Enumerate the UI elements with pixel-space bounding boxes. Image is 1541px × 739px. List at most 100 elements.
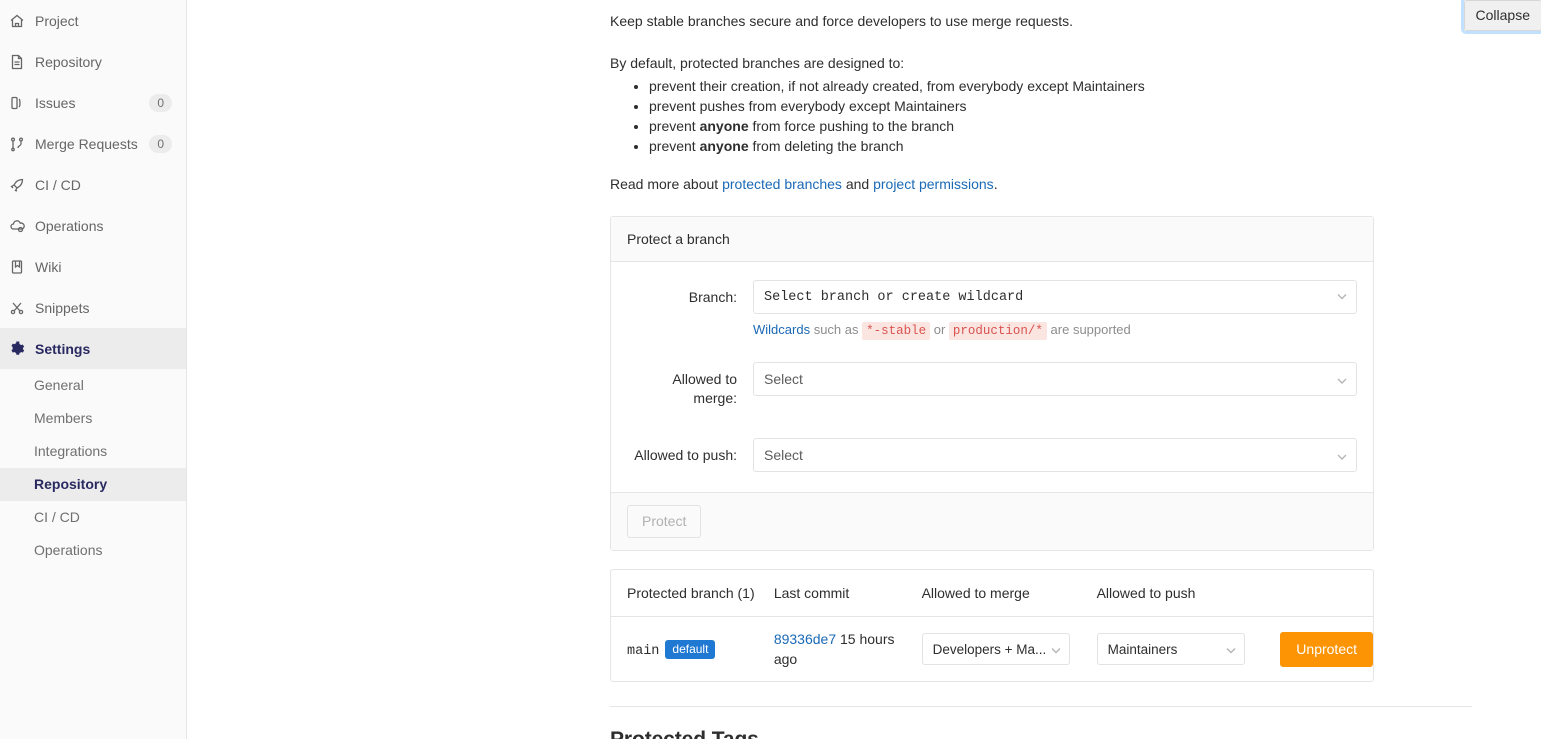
branch-label: Branch:: [688, 289, 737, 305]
page-title: Protected Branches: [610, 0, 1472, 2]
sidebar-item-snippets[interactable]: Snippets: [0, 287, 186, 328]
chevron-down-icon: [1337, 447, 1347, 463]
sidebar-item-label: Merge Requests: [35, 135, 138, 152]
default-badge: default: [665, 639, 716, 659]
allowed-push-label: Allowed to push:: [634, 447, 737, 463]
row-allowed-push-value: Maintainers: [1107, 641, 1178, 657]
section-subtitle: Keep stable branches secure and force de…: [610, 13, 1074, 29]
protected-tags-section: Protected Tags Limit access to creating …: [610, 728, 1472, 739]
protect-branch-form: Branch: Select branch or create wildcard…: [611, 262, 1373, 492]
sidebar-subitem-integrations[interactable]: Integrations: [0, 435, 186, 468]
protect-branch-card: Protect a branch Branch: Select branch o…: [610, 216, 1374, 551]
sidebar-subitem-members[interactable]: Members: [0, 402, 186, 435]
protected-branches-link[interactable]: protected branches: [722, 176, 842, 192]
commit-sha-link[interactable]: 89336de7: [774, 631, 836, 647]
protected-branches-table-wrapper: Protected branch (1) Last commit Allowed…: [610, 569, 1374, 682]
sidebar-subitem-ci-cd[interactable]: CI / CD: [0, 501, 186, 534]
branch-name: main: [627, 643, 660, 659]
merge-requests-count-badge: 0: [149, 134, 172, 153]
protected-branches-header: Protected Branches Keep stable branches …: [610, 0, 1541, 34]
sidebar-item-label: Issues: [35, 94, 76, 111]
column-header-allowed-push: Allowed to push: [1096, 570, 1281, 617]
chevron-down-icon: [1226, 642, 1236, 657]
sidebar-item-label: Operations: [35, 217, 104, 234]
sidebar-subitem-operations[interactable]: Operations: [0, 534, 186, 567]
branch-form-row: Branch: Select branch or create wildcard…: [627, 280, 1357, 340]
chevron-down-icon: [1051, 642, 1061, 657]
intro-text: By default, protected branches are desig…: [610, 55, 905, 71]
list-item: prevent anyone from force pushing to the…: [649, 117, 1472, 136]
sidebar-item-label: Wiki: [35, 258, 62, 275]
protected-branches-section: Protected Branches Keep stable branches …: [610, 0, 1541, 682]
gear-icon: [9, 341, 25, 357]
column-header-allowed-merge: Allowed to merge: [921, 570, 1097, 617]
wildcard-example-stable: *-stable: [862, 322, 931, 340]
rules-list: prevent their creation, if not already c…: [610, 77, 1472, 156]
sidebar-item-merge-requests[interactable]: Merge Requests 0: [0, 123, 186, 164]
column-header-last-commit: Last commit: [773, 570, 922, 617]
sidebar-item-issues[interactable]: Issues 0: [0, 82, 186, 123]
wildcard-example-production: production/*: [948, 322, 1047, 340]
sidebar-item-label: CI / CD: [35, 176, 81, 193]
book-icon: [9, 259, 25, 275]
allowed-push-cell: Maintainers: [1096, 617, 1281, 682]
sidebar-item-wiki[interactable]: Wiki: [0, 246, 186, 287]
row-allowed-merge-value: Developers + Ma...: [932, 641, 1047, 657]
sidebar-item-label: Settings: [35, 340, 91, 357]
rocket-icon: [9, 177, 25, 193]
sidebar: Project Repository Issues 0 Merge Reques…: [0, 0, 187, 739]
list-item: prevent their creation, if not already c…: [649, 77, 1472, 96]
protected-branches-table: Protected branch (1) Last commit Allowed…: [611, 570, 1373, 681]
allowed-merge-label: Allowed to merge:: [672, 371, 737, 406]
allowed-merge-form-row: Allowed to merge: Select: [627, 362, 1357, 408]
cloud-gear-icon: [9, 218, 25, 234]
issue-icon: [9, 95, 25, 111]
card-title: Protect a branch: [611, 217, 1373, 262]
last-commit-cell: 89336de7 15 hours ago: [774, 617, 922, 682]
wildcard-help: Wildcards such as *-stable or production…: [753, 322, 1131, 340]
sidebar-item-settings[interactable]: Settings: [0, 328, 186, 369]
settings-subnav: General Members Integrations Repository …: [0, 369, 186, 567]
allowed-to-push-select[interactable]: Select: [753, 438, 1357, 472]
wildcards-link[interactable]: Wildcards: [753, 322, 810, 337]
sidebar-item-label: Project: [35, 12, 79, 29]
sidebar-item-operations[interactable]: Operations: [0, 205, 186, 246]
sidebar-item-repository[interactable]: Repository: [0, 41, 186, 82]
sidebar-item-label: Repository: [35, 53, 102, 70]
list-item: prevent anyone from deleting the branch: [649, 137, 1472, 156]
protected-tags-title: Protected Tags: [610, 728, 1472, 739]
actions-cell: Unprotect: [1280, 617, 1373, 682]
allowed-to-merge-select[interactable]: Select: [753, 362, 1357, 396]
home-icon: [9, 13, 25, 29]
table-row: main default 89336de7 15 hours ago Develo…: [611, 617, 1373, 682]
sidebar-item-project[interactable]: Project: [0, 0, 186, 41]
allowed-merge-value: Select: [764, 371, 803, 387]
project-permissions-link[interactable]: project permissions: [873, 176, 994, 192]
allowed-push-value: Select: [764, 447, 803, 463]
document-icon: [9, 54, 25, 70]
sidebar-subitem-general[interactable]: General: [0, 369, 186, 402]
unprotect-button[interactable]: Unprotect: [1280, 631, 1373, 667]
list-item: prevent pushes from everybody except Mai…: [649, 97, 1472, 116]
branch-select-value: Select branch or create wildcard: [764, 289, 1024, 305]
column-header-actions: [1280, 570, 1373, 617]
sidebar-item-ci-cd[interactable]: CI / CD: [0, 164, 186, 205]
merge-request-icon: [9, 136, 25, 152]
row-allowed-to-merge-select[interactable]: Developers + Ma...: [921, 633, 1070, 665]
branch-select[interactable]: Select branch or create wildcard: [753, 280, 1357, 314]
read-more-text: Read more about protected branches and p…: [610, 176, 998, 192]
table-header-row: Protected branch (1) Last commit Allowed…: [611, 570, 1373, 617]
column-header-branch: Protected branch (1): [611, 570, 774, 617]
chevron-down-icon: [1337, 290, 1347, 305]
section-divider: [610, 706, 1472, 707]
collapse-button[interactable]: Collapse: [1460, 0, 1541, 34]
sidebar-item-label: Snippets: [35, 299, 90, 316]
issues-count-badge: 0: [149, 93, 172, 112]
chevron-down-icon: [1337, 371, 1347, 387]
page-root: Project Repository Issues 0 Merge Reques…: [0, 0, 1541, 739]
row-allowed-to-push-select[interactable]: Maintainers: [1096, 633, 1245, 665]
branch-cell: main default: [611, 617, 774, 682]
protect-button[interactable]: Protect: [627, 505, 702, 538]
allowed-merge-cell: Developers + Ma...: [921, 617, 1097, 682]
sidebar-subitem-repository[interactable]: Repository: [0, 468, 186, 501]
